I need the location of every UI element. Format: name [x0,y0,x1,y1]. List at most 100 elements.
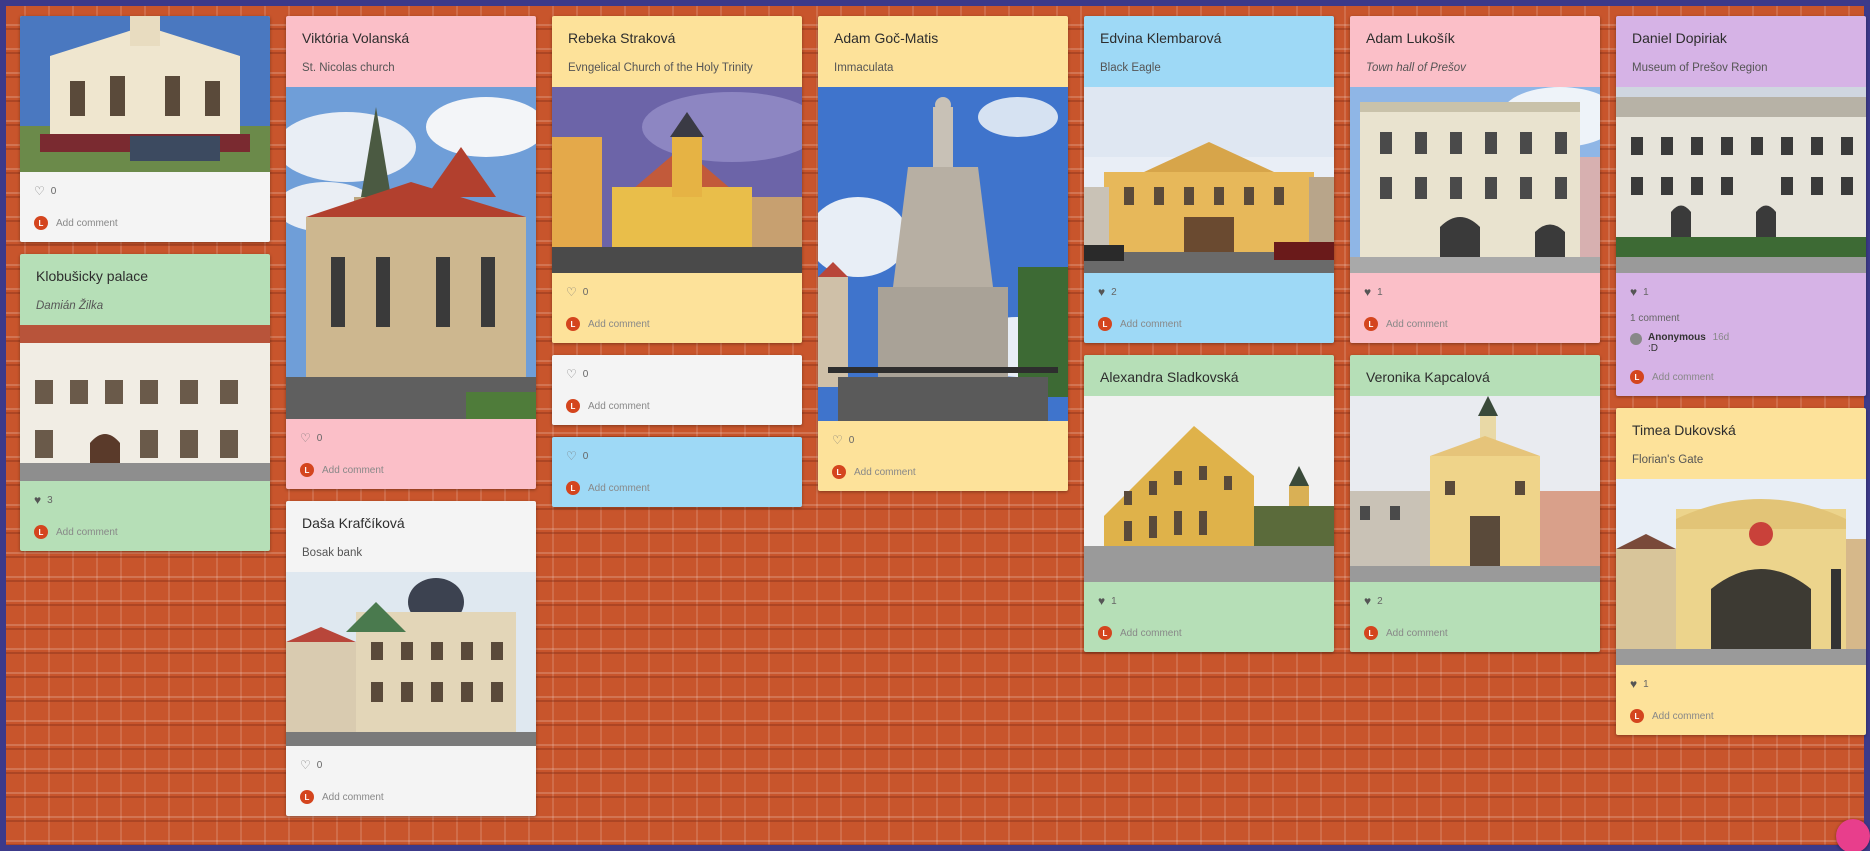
like-button[interactable]: ♡ 0 [300,429,522,447]
post-subtitle: Town hall of Prešov [1366,62,1466,74]
add-comment-row[interactable]: L Add comment [832,463,1054,481]
add-comment-link[interactable]: Add comment [56,218,118,229]
like-button[interactable]: ♥ 1 [1364,283,1586,301]
post-card[interactable]: Adam Goč-Matis Immaculata ♡ 0 L Add comm… [818,16,1068,491]
add-comment-row[interactable]: L Add comment [34,214,256,232]
heart-filled-icon[interactable]: ♥ [34,494,41,506]
post-card[interactable]: Daša Krafčíková Bosak bank ♡ 0 L Add com… [286,501,536,816]
like-button[interactable]: ♡ 0 [566,447,788,465]
add-comment-row[interactable]: L Add comment [300,788,522,806]
add-comment-row[interactable]: L Add comment [1364,315,1586,333]
add-comment-link[interactable]: Add comment [588,401,650,412]
like-button[interactable]: ♥ 1 [1098,592,1320,610]
like-button[interactable]: ♡ 0 [34,182,256,200]
add-comment-link[interactable]: Add comment [588,319,650,330]
post-card[interactable]: Timea Dukovská Florian's Gate ♥ 1 L Add … [1616,408,1866,735]
post-photo[interactable] [20,325,270,481]
post-photo[interactable] [1350,396,1600,582]
add-comment-row[interactable]: L Add comment [1098,315,1320,333]
column-6: Adam Lukošík Town hall of Prešov ♥ 1 L A… [1350,16,1600,664]
post-photo[interactable] [286,572,536,746]
add-comment-link[interactable]: Add comment [1386,319,1448,330]
post-card[interactable]: Edvina Klembarová Black Eagle ♥ 2 L Add … [1084,16,1334,343]
add-comment-row[interactable]: L Add comment [566,397,788,415]
like-button[interactable]: ♡ 0 [832,431,1054,449]
post-title: Timea Dukovská [1632,422,1736,438]
post-photo[interactable] [1616,479,1866,665]
heart-outline-icon[interactable]: ♡ [566,286,577,298]
heart-filled-icon[interactable]: ♥ [1630,286,1637,298]
add-comment-link[interactable]: Add comment [56,527,118,538]
like-count: 0 [582,450,589,462]
heart-outline-icon[interactable]: ♡ [566,368,577,380]
add-comment-row[interactable]: L Add comment [1630,707,1852,725]
add-comment-link[interactable]: Add comment [322,465,384,476]
post-subtitle: Florian's Gate [1632,454,1704,466]
add-comment-link[interactable]: Add comment [854,467,916,478]
add-comment-link[interactable]: Add comment [588,483,650,494]
heart-outline-icon[interactable]: ♡ [300,432,311,444]
post-card[interactable]: Adam Lukošík Town hall of Prešov ♥ 1 L A… [1350,16,1600,343]
like-button[interactable]: ♥ 3 [34,491,256,509]
like-button[interactable]: ♡ 0 [300,756,522,774]
add-comment-row[interactable]: L Add comment [1630,368,1852,386]
add-comment-row[interactable]: L Add comment [566,315,788,333]
post-photo[interactable] [1084,87,1334,273]
post-card[interactable]: Klobušicky palace Damián Žilka ♥ 3 L Add… [20,254,270,551]
add-comment-link[interactable]: Add comment [1652,372,1714,383]
add-comment-row[interactable]: L Add comment [34,523,256,541]
avatar-icon: L [1630,370,1644,384]
comment-time: 16d [1712,332,1730,343]
like-button[interactable]: ♥ 2 [1098,283,1320,301]
heart-outline-icon[interactable]: ♡ [832,434,843,446]
post-title: Daniel Dopiriak [1632,30,1727,46]
avatar-icon: L [300,790,314,804]
post-photo[interactable] [1616,87,1866,273]
post-photo[interactable] [20,16,270,172]
avatar-icon: L [832,465,846,479]
post-card[interactable]: Veronika Kapcalová ♥ 2 L Add comment [1350,355,1600,652]
post-photo[interactable] [818,87,1068,421]
add-comment-row[interactable]: L Add comment [300,461,522,479]
post-card[interactable]: Alexandra Sladkovská ♥ 1 L Add comment [1084,355,1334,652]
post-card[interactable]: Viktória Volanská St. Nicolas church ♡ 0… [286,16,536,489]
post-card[interactable]: ♡ 0 L Add comment [552,437,802,507]
column-4: Adam Goč-Matis Immaculata ♡ 0 L Add comm… [818,16,1068,503]
post-card[interactable]: ♡ 0 L Add comment [20,16,270,242]
post-subtitle: Bosak bank [302,547,363,559]
comment-count[interactable]: 1 comment [1630,313,1852,324]
heart-filled-icon[interactable]: ♥ [1098,286,1105,298]
add-comment-row[interactable]: L Add comment [566,479,788,497]
add-comment-row[interactable]: L Add comment [1098,624,1320,642]
like-button[interactable]: ♡ 0 [566,365,788,383]
like-button[interactable]: ♥ 1 [1630,675,1852,693]
post-card[interactable]: Rebeka Straková Evngelical Church of the… [552,16,802,343]
add-comment-link[interactable]: Add comment [1386,628,1448,639]
heart-filled-icon[interactable]: ♥ [1630,678,1637,690]
comment-text: :D [1648,343,1658,354]
post-photo[interactable] [1084,396,1334,582]
heart-outline-icon[interactable]: ♡ [566,450,577,462]
heart-outline-icon[interactable]: ♡ [34,185,45,197]
post-photo[interactable] [552,87,802,273]
column-5: Edvina Klembarová Black Eagle ♥ 2 L Add … [1084,16,1334,664]
heart-filled-icon[interactable]: ♥ [1364,595,1371,607]
post-title: Veronika Kapcalová [1366,369,1490,385]
like-button[interactable]: ♥ 1 [1630,283,1852,301]
like-count: 0 [582,368,589,380]
like-button[interactable]: ♥ 2 [1364,592,1586,610]
heart-filled-icon[interactable]: ♥ [1098,595,1105,607]
post-card[interactable]: ♡ 0 L Add comment [552,355,802,425]
heart-filled-icon[interactable]: ♥ [1364,286,1371,298]
add-comment-row[interactable]: L Add comment [1364,624,1586,642]
add-comment-link[interactable]: Add comment [1120,319,1182,330]
add-comment-link[interactable]: Add comment [1652,711,1714,722]
add-comment-link[interactable]: Add comment [322,792,384,803]
post-card[interactable]: Daniel Dopiriak Museum of Prešov Region [1616,16,1866,396]
like-button[interactable]: ♡ 0 [566,283,788,301]
add-post-fab[interactable] [1836,819,1870,851]
heart-outline-icon[interactable]: ♡ [300,759,311,771]
add-comment-link[interactable]: Add comment [1120,628,1182,639]
post-photo[interactable] [286,87,536,419]
post-photo[interactable] [1350,87,1600,273]
